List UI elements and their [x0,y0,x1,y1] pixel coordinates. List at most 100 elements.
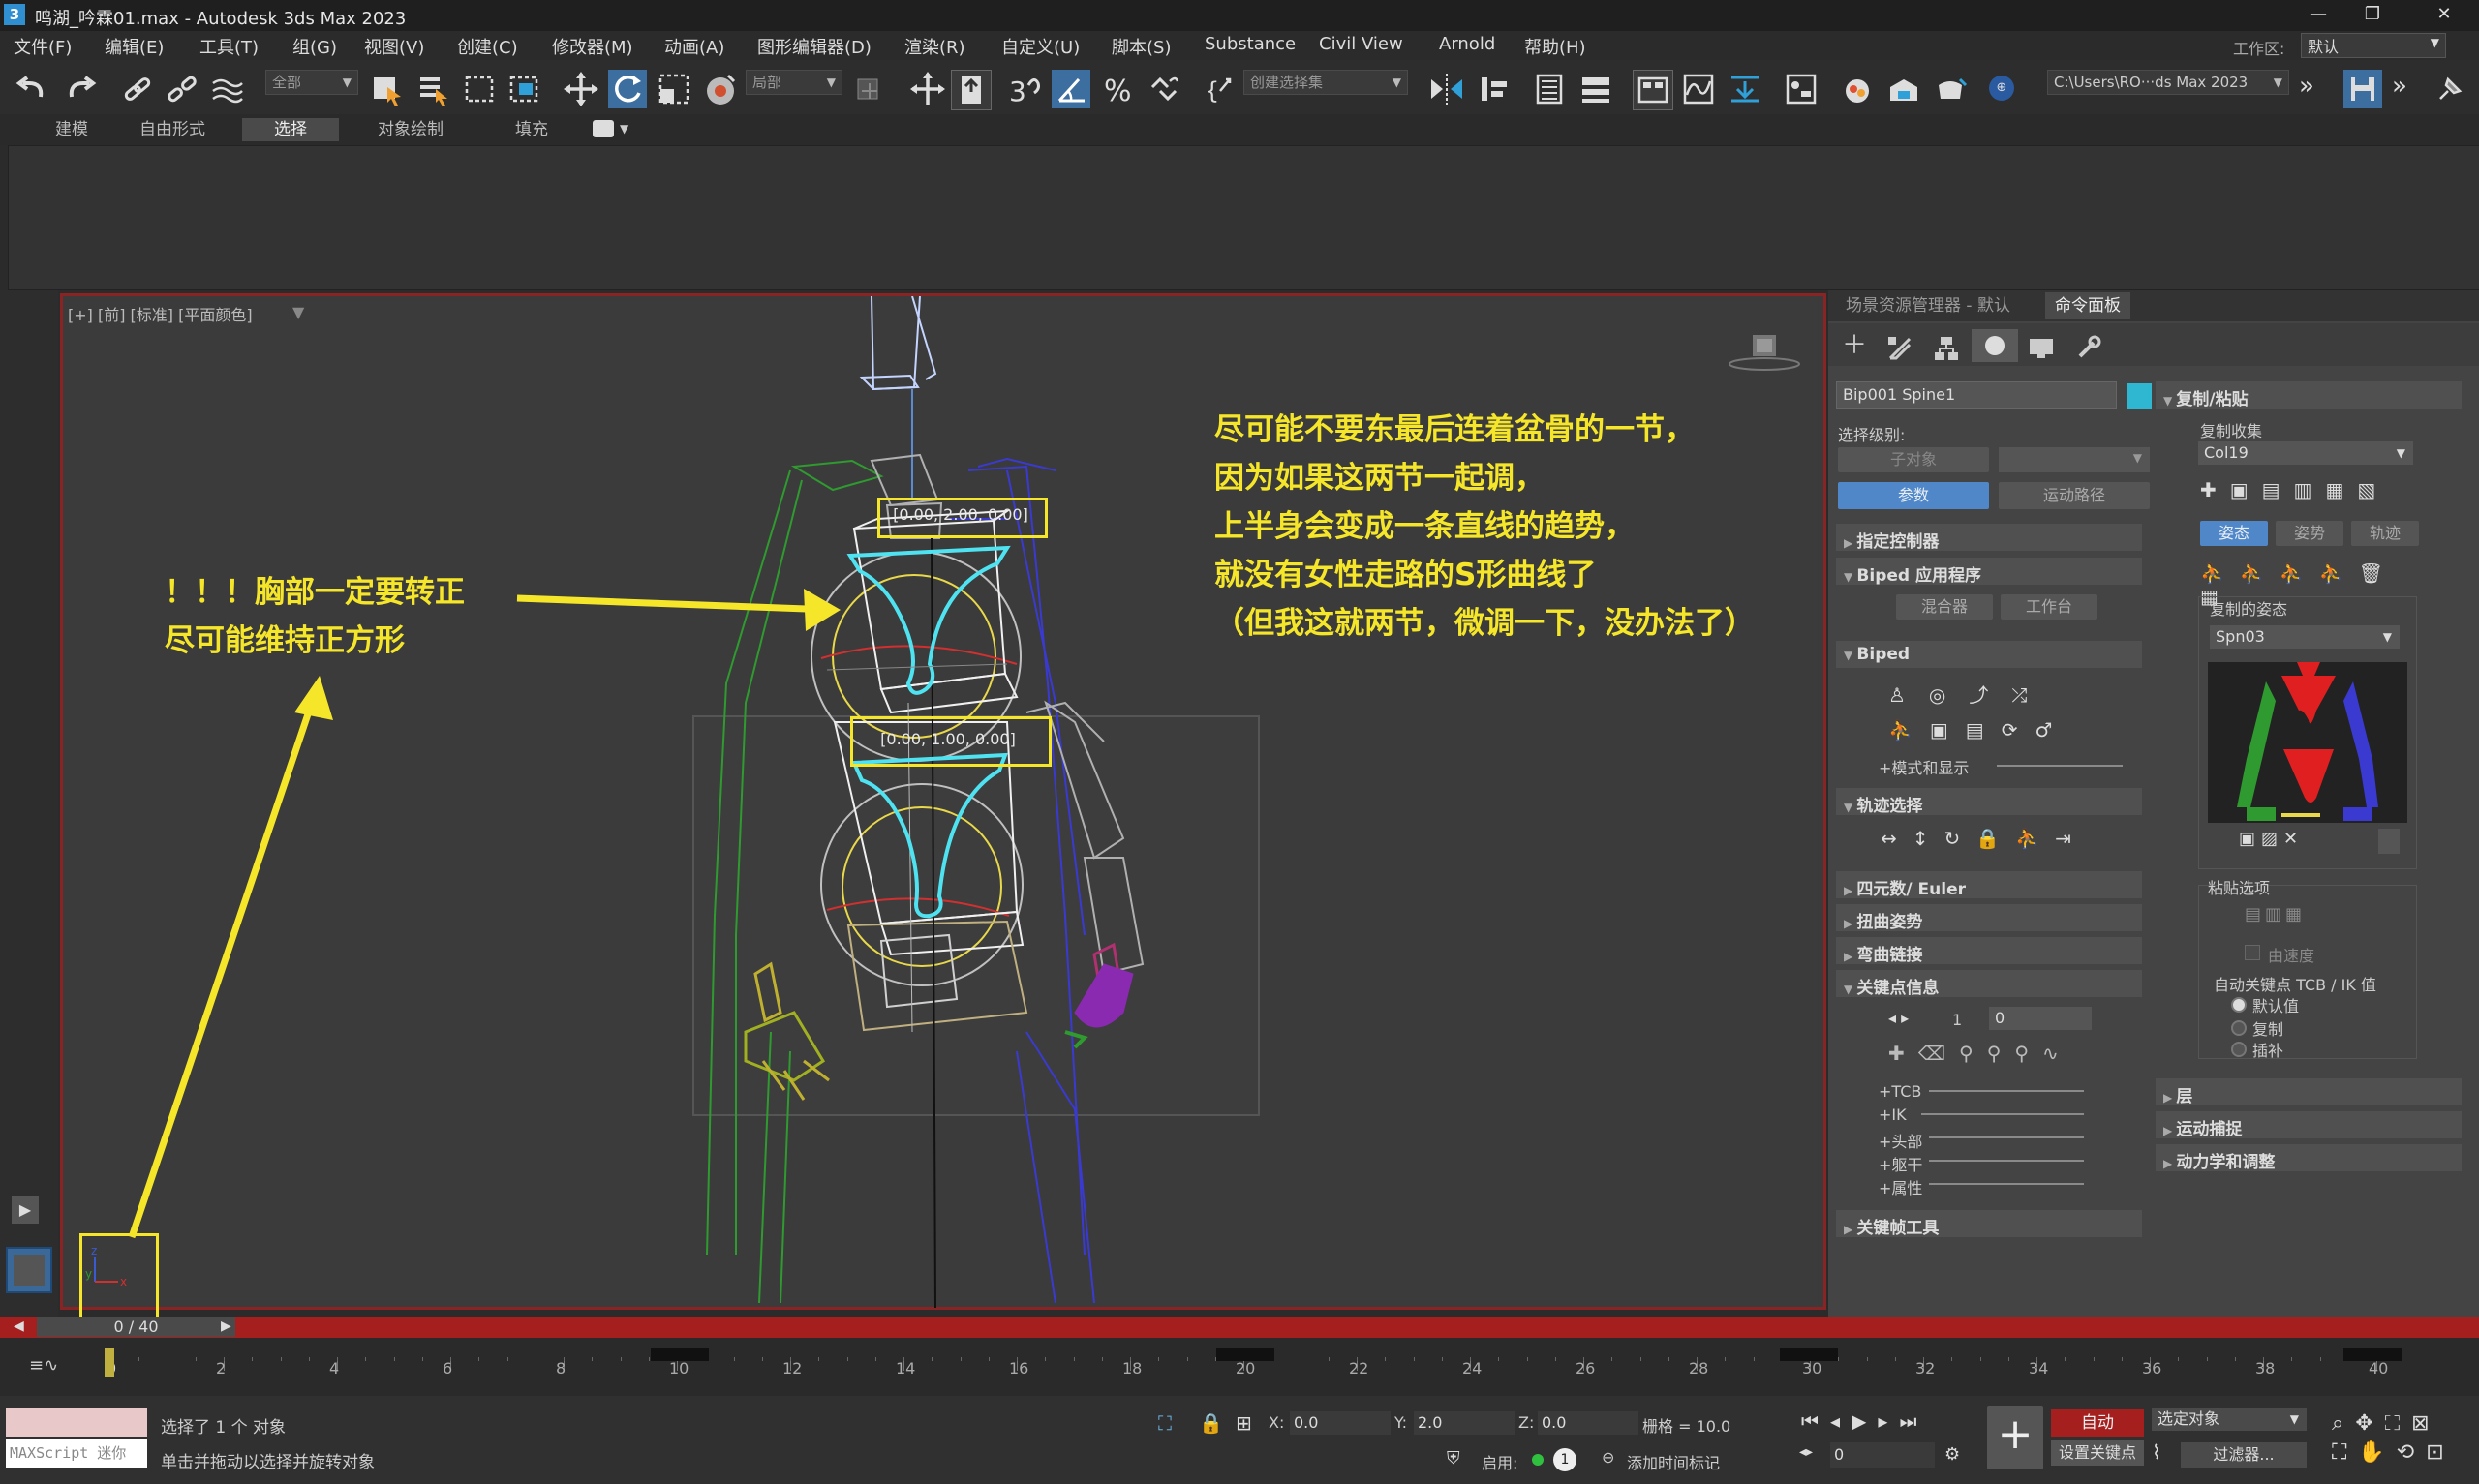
workspace-dropdown[interactable]: 默认 ▼ [2301,33,2446,58]
key-tool-icons[interactable]: ✚⌫⚲⚲⚲∿ [1888,1042,2101,1067]
posture-tab-posture[interactable]: 姿势 [2276,521,2343,546]
menu-item[interactable]: 组(G) [292,34,337,59]
project-path-dropdown[interactable]: C:\Users\RO···ds Max 2023 ▼ [2047,70,2289,95]
minimize-icon[interactable]: — [2301,4,2336,25]
pose-extra-button[interactable] [2378,829,2400,854]
select-manipulate-icon[interactable] [908,70,947,108]
utilities-tab-icon[interactable] [2074,335,2101,362]
selection-filter-dropdown[interactable]: 全部 ▼ [265,70,358,95]
menu-item[interactable]: 自定义(U) [1001,34,1080,59]
pin-icon[interactable] [2431,70,2469,108]
viewcube-icon[interactable] [1728,325,1801,374]
snaps-toggle-icon[interactable]: 3 [1005,70,1044,108]
restore-icon[interactable]: ❐ [2355,4,2390,25]
by-velocity-checkbox[interactable] [2245,945,2260,960]
menu-item[interactable]: Civil View [1319,34,1403,54]
time-slider-bar[interactable] [0,1317,2479,1338]
radio-copy[interactable] [2231,1020,2247,1036]
key-prev-next-icon[interactable]: ◂ ▸ [1888,1009,1909,1027]
auto-key-button[interactable]: 自动 [2051,1409,2144,1437]
hierarchy-tab-icon[interactable] [1933,335,1960,362]
time-slider[interactable]: 0 / 40 [37,1317,235,1337]
set-key-big-button[interactable]: + [1987,1406,2043,1469]
viewport-layout-thumbnail[interactable] [6,1247,52,1293]
posture-tab-pose[interactable]: 姿态 [2200,521,2268,546]
radio-interpolate[interactable] [2231,1042,2247,1057]
posture-tab-track[interactable]: 轨迹 [2351,521,2419,546]
biped-file-icons[interactable]: ⛹▣▤⟳♂ [1888,718,2082,743]
menu-item[interactable]: 图形编辑器(D) [757,34,872,59]
key-mode-icon[interactable]: ◂▸ [1799,1444,1813,1460]
ribbon-tab[interactable]: 填充 [500,118,564,141]
mode-display-rollout[interactable]: +模式和显示 [1879,755,1969,778]
bind-spacewarp-icon[interactable] [207,70,246,108]
toggle-layer-explorer-icon[interactable] [1576,70,1615,108]
maxscript-listener-output[interactable] [6,1408,147,1437]
menu-item[interactable]: 渲染(R) [904,34,965,59]
undo-icon[interactable] [14,70,52,108]
create-tab-icon[interactable]: ＋ [1842,333,1867,358]
track-selection-icons[interactable]: ↔↕↻🔒⛹⇥ [1881,827,2103,852]
y-coord-field[interactable]: 2.0 [1414,1411,1515,1435]
add-time-tag[interactable]: 添加时间标记 [1627,1450,1720,1473]
ribbon-tab[interactable]: 选择 [242,118,339,141]
menu-item[interactable]: 修改器(M) [552,34,633,59]
z-coord-field[interactable]: 0.0 [1538,1411,1638,1435]
workbench-button[interactable]: 工作台 [2001,594,2097,620]
collection-tool-icons[interactable]: ✚▣▤▥▦▧ [2200,478,2394,503]
copied-pose-dropdown[interactable]: Spn03 ▼ [2210,625,2400,649]
current-frame-field[interactable]: 0 [1830,1442,1935,1468]
sub-object-dropdown[interactable]: ▼ [1999,447,2150,472]
maxscript-mini-listener[interactable]: MAXScript 迷你 [6,1439,147,1468]
named-selection-set-dropdown[interactable]: 创建选择集 ▼ [1243,70,1408,95]
set-key-button[interactable]: 设置关键点 [2051,1440,2144,1466]
motion-tab-button[interactable] [1972,329,2018,362]
render-setup-icon[interactable] [1884,70,1923,108]
select-and-place-icon[interactable] [701,70,740,108]
save-state-button[interactable] [2343,70,2382,108]
align-icon[interactable] [1474,70,1513,108]
copy-collection-dropdown[interactable]: Col19 ▼ [2198,441,2413,465]
key-sub-tcb[interactable]: +TCB [1879,1082,1921,1101]
absolute-mode-icon[interactable]: ⊞ [1236,1411,1252,1435]
angle-snap-button[interactable] [1052,70,1090,108]
toolbar-overflow-icon-2[interactable]: » [2392,72,2407,101]
biped-mode-icons[interactable]: ♙◎⤴⤮ [1888,680,2092,707]
reference-coord-dropdown[interactable]: 局部 ▼ [746,70,842,95]
select-by-name-icon[interactable] [414,70,453,108]
percent-snap-icon[interactable]: % [1100,70,1139,108]
close-icon[interactable]: ✕ [2427,4,2462,25]
section-layers[interactable] [2156,1078,2462,1105]
sub-object-button[interactable]: 子对象 [1838,447,1989,472]
dope-sheet-icon[interactable] [1726,70,1764,108]
key-tangent-icon[interactable]: ⌇ [2152,1440,2161,1464]
spinner-snap-icon[interactable] [1145,70,1183,108]
keyboard-shortcut-override-button[interactable] [951,70,992,110]
x-coord-field[interactable]: 0.0 [1290,1411,1391,1435]
menu-item[interactable]: 帮助(H) [1524,34,1586,59]
select-object-icon[interactable] [368,70,407,108]
isolate-selection-icon[interactable]: ⛶ [1158,1411,1172,1435]
pose-view-icons[interactable]: ▣▨✕ [2239,829,2316,856]
viewport-nav-icons[interactable]: ⌕✥⛶⊠ ⛶✋⟲⊡ [2332,1409,2467,1473]
prev-frame-arrow-icon[interactable]: ◀ [14,1318,24,1334]
mirror-icon[interactable] [1427,70,1466,108]
window-crossing-icon[interactable] [505,70,544,108]
lock-selection-icon[interactable]: 🔒 [1199,1411,1223,1435]
key-sub-props[interactable]: +属性 [1879,1175,1922,1198]
key-sub-ik[interactable]: +IK [1879,1105,1907,1124]
menu-item[interactable]: Substance [1205,34,1296,54]
curve-editor-icon[interactable] [1679,70,1718,108]
menu-item[interactable]: 视图(V) [364,34,424,59]
select-and-rotate-button[interactable] [608,70,647,108]
named-selection-icon[interactable]: { [1201,70,1240,108]
curve-editor-mini-icon[interactable]: ≡∿ [29,1355,58,1376]
radio-default[interactable] [2231,997,2247,1013]
rectangular-selection-icon[interactable] [461,70,500,108]
toggle-ribbon-button[interactable] [1633,70,1673,110]
expand-layout-icon[interactable]: ▶ [12,1196,39,1224]
motion-path-button[interactable]: 运动路径 [1999,482,2150,509]
playback-controls[interactable]: ⏮◂▶▸⏭ [1801,1409,1943,1437]
time-tag-count-icon[interactable]: 1 [1553,1448,1576,1471]
modify-tab-icon[interactable] [1886,335,1913,362]
